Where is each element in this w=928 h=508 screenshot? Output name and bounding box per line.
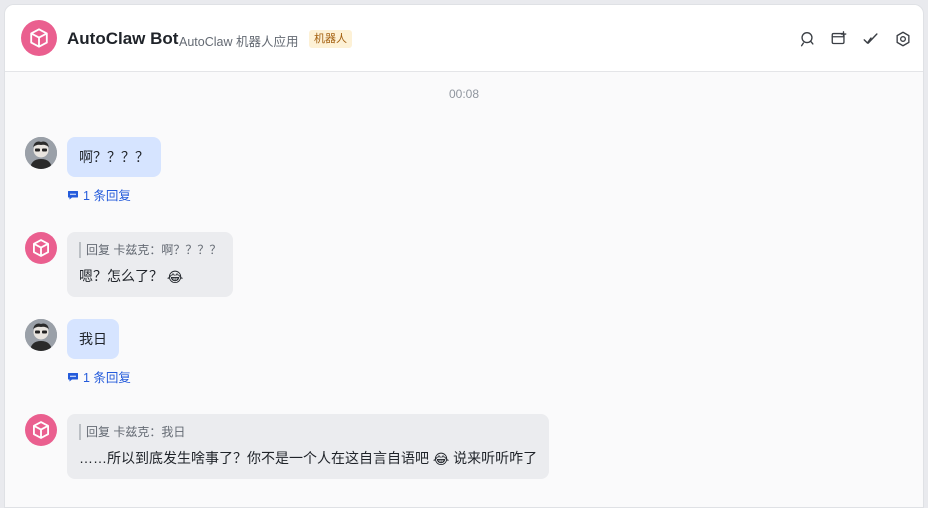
chat-subtitle: AutoClaw 机器人应用 [179, 35, 299, 49]
message-text: 嗯？怎么了？ [79, 268, 163, 284]
message-bubble-user[interactable]: 我日 [67, 319, 119, 359]
message-text-tail: 说来听听咋了 [453, 450, 538, 466]
bot-badge: 机器人 [309, 30, 352, 48]
user-avatar[interactable] [25, 319, 57, 351]
quoted-reply: 回复 卡兹克：我日 [79, 424, 537, 440]
bot-avatar[interactable] [25, 414, 57, 446]
message-timestamp: 00:08 [448, 87, 480, 101]
bot-logo[interactable] [21, 20, 57, 56]
reply-count: 1 条回复 [83, 371, 131, 385]
message-text: 啊？？？？ [79, 149, 149, 165]
laughing-emoji: 😂 [166, 269, 184, 285]
user-avatar[interactable] [25, 137, 57, 169]
cube-icon [30, 28, 48, 48]
bot-avatar[interactable] [25, 232, 57, 264]
chat-header: AutoClaw Bot AutoClaw 机器人应用 机器人 [5, 5, 923, 72]
reply-count: 1 条回复 [83, 189, 131, 203]
cube-icon [33, 239, 49, 257]
message-text: ……所以到底发生啥事了？你不是一个人在这自言自语吧 [79, 450, 429, 466]
reply-bubble-icon [68, 372, 78, 381]
message-text: 我日 [79, 331, 107, 347]
message-bubble-user[interactable]: 啊？？？？ [67, 137, 161, 177]
message-bubble-bot[interactable]: 回复 卡兹克：啊？？？？ 嗯？怎么了？ 😂 [67, 232, 234, 297]
thread-reply-link[interactable]: 1 条回复 [67, 367, 131, 386]
add-window-icon[interactable] [829, 29, 849, 49]
cube-icon [33, 421, 49, 439]
message-bubble-bot[interactable]: 回复 卡兹克：我日 ……所以到底发生啥事了？你不是一个人在这自言自语吧 😂 说来… [67, 414, 550, 479]
quoted-reply: 回复 卡兹克：啊？？？？ [79, 242, 221, 258]
settings-icon[interactable] [893, 29, 913, 49]
header-toolbar [797, 29, 913, 49]
chat-window: AutoClaw Bot AutoClaw 机器人应用 机器人 00:08 啊？… [4, 4, 924, 508]
search-icon[interactable] [797, 29, 817, 49]
chat-title: AutoClaw Bot [67, 29, 179, 48]
laughing-emoji: 😂 [432, 451, 450, 467]
reply-bubble-icon [68, 190, 78, 199]
check-icon[interactable] [861, 29, 881, 49]
thread-reply-link[interactable]: 1 条回复 [67, 185, 131, 204]
